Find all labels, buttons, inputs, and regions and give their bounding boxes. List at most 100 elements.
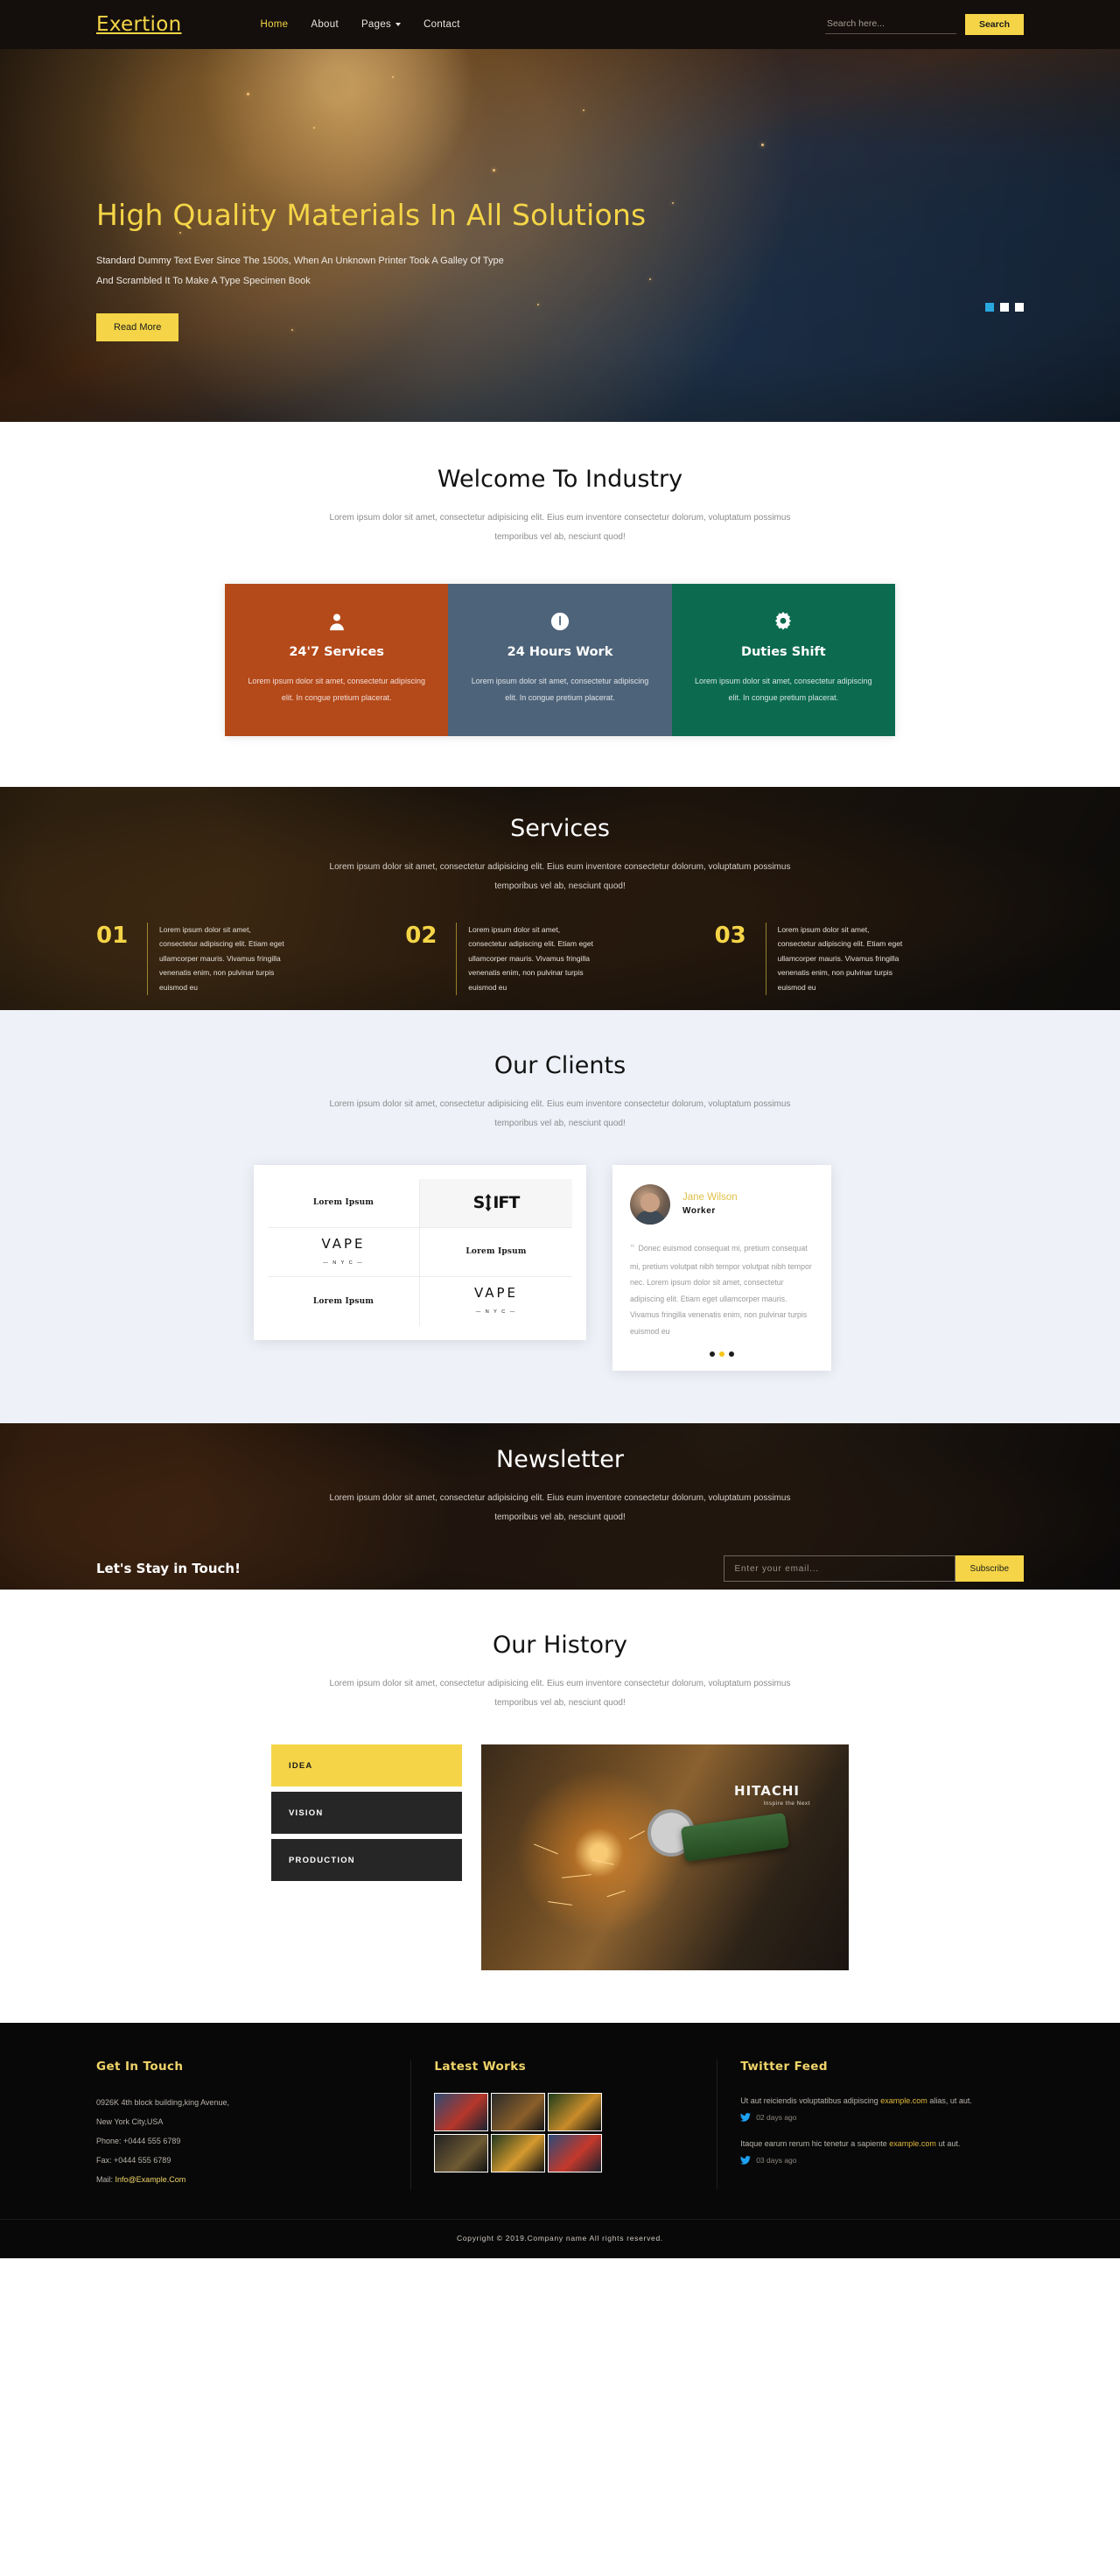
nav-item-home[interactable]: Home <box>261 19 289 30</box>
chevron-down-icon <box>396 22 402 26</box>
twitter-icon <box>740 2156 752 2165</box>
client-logo-cell[interactable]: Lorem Ipsum <box>420 1228 572 1277</box>
footer-mail-link[interactable]: Info@Example.Com <box>116 2175 186 2184</box>
testimonial-text-wrap: “Donec euismod consequat mi, pretium con… <box>630 1239 814 1339</box>
client-logo-cell[interactable]: VAPE — N Y C — <box>420 1277 572 1326</box>
tweet-item: Itaque earum rerum hic tenetur a sapient… <box>740 2136 1001 2165</box>
service-item: 01 Lorem ipsum dolor sit amet, consectet… <box>96 922 405 995</box>
testimonial-dot-2[interactable] <box>719 1351 724 1358</box>
tweet-text: Itaque earum rerum hic tenetur a sapient… <box>740 2136 1001 2151</box>
subscribe-button[interactable]: Subscribe <box>955 1555 1024 1583</box>
footer-twitter-column: Twitter Feed Ut aut reiciendis voluptati… <box>718 2060 1024 2189</box>
history-tabs: IDEA VISION PRODUCTION <box>271 1744 462 1886</box>
service-text: Lorem ipsum dolor sit amet, consectetur … <box>147 922 287 995</box>
clock-icon <box>467 610 652 633</box>
feature-box-duties[interactable]: Duties Shift Lorem ipsum dolor sit amet,… <box>671 584 895 736</box>
testimonial-dot-3[interactable] <box>729 1351 734 1358</box>
newsletter-label: Let's Stay in Touch! <box>96 1561 241 1577</box>
client-logo-card: Lorem Ipsum S IFT VAPE — N Y C — Lorem Ip… <box>254 1164 586 1340</box>
footer-mail-label: Mail: <box>96 2175 114 2185</box>
work-thumbnail[interactable] <box>491 2093 546 2132</box>
copyright-bar: Copyright © 2019.Company name All rights… <box>0 2219 1120 2258</box>
services-title: Services <box>510 814 610 842</box>
feature-box-services[interactable]: 24'7 Services Lorem ipsum dolor sit amet… <box>225 584 449 736</box>
welcome-title: Welcome To Industry <box>437 466 683 493</box>
hero-slider: High Quality Materials In All Solutions … <box>0 0 1120 422</box>
testimonial-text: Donec euismod consequat mi, pretium cons… <box>630 1243 812 1336</box>
work-thumbnail[interactable] <box>434 2093 489 2132</box>
footer-phone: Phone: +0444 555 6789 <box>96 2137 181 2146</box>
history-subtitle: Lorem ipsum dolor sit amet, consectetur … <box>329 1679 791 1709</box>
tweet-link[interactable]: example.com <box>889 2139 936 2148</box>
footer-address-1: 0926K 4th block building,king Avenue, <box>96 2098 229 2108</box>
services-subtitle: Lorem ipsum dolor sit amet, consectetur … <box>329 861 791 891</box>
welcome-subtitle: Lorem ipsum dolor sit amet, consectetur … <box>329 513 791 542</box>
footer-works-title: Latest Works <box>434 2060 527 2074</box>
read-more-button[interactable]: Read More <box>96 313 179 342</box>
testimonial-dots <box>630 1351 814 1358</box>
twitter-icon <box>740 2113 752 2122</box>
quote-icon: “ <box>630 1242 635 1253</box>
vape-logo-sub: — N Y C — <box>475 1309 517 1316</box>
site-header: Exertion Home About Pages Contact Search <box>0 0 1120 49</box>
site-logo[interactable]: Exertion <box>96 13 182 36</box>
service-number: 02 <box>405 922 438 949</box>
tab-vision[interactable]: VISION <box>271 1792 462 1835</box>
nav-label-contact: Contact <box>424 19 460 30</box>
vape-logo-label: VAPE <box>473 1285 519 1302</box>
testimonial-dot-1[interactable] <box>710 1351 715 1358</box>
hero-dot-2[interactable] <box>1000 303 1009 312</box>
vape-logo: VAPE — N Y C — <box>321 1236 365 1268</box>
history-section: Our History Lorem ipsum dolor sit amet, … <box>0 1590 1120 2024</box>
service-item: 02 Lorem ipsum dolor sit amet, consectet… <box>405 922 714 995</box>
tweet-time: 03 days ago <box>756 2156 797 2165</box>
hero-dot-3[interactable] <box>1015 303 1024 312</box>
hero-title: High Quality Materials In All Solutions <box>96 198 647 232</box>
feature-title-3: Duties Shift <box>740 645 826 659</box>
feature-text-1: Lorem ipsum dolor sit amet, consectetur … <box>248 677 425 702</box>
nav-item-pages[interactable]: Pages <box>361 19 402 30</box>
newsletter-title: Newsletter <box>496 1446 624 1474</box>
search-button[interactable]: Search <box>964 14 1024 35</box>
services-section: Services Lorem ipsum dolor sit amet, con… <box>0 786 1120 1010</box>
clients-title: Our Clients <box>494 1051 626 1079</box>
tweet-time: 02 days ago <box>756 2113 797 2123</box>
work-thumbnail[interactable] <box>434 2134 489 2173</box>
work-thumbnail[interactable] <box>548 2093 603 2132</box>
feature-boxes: 24'7 Services Lorem ipsum dolor sit amet… <box>225 584 895 736</box>
service-number: 01 <box>96 922 129 949</box>
feature-text-2: Lorem ipsum dolor sit amet, consectetur … <box>471 677 649 702</box>
client-logo-cell[interactable]: Lorem Ipsum <box>268 1178 420 1228</box>
work-thumbnail[interactable] <box>548 2134 603 2173</box>
hero-slider-dots <box>985 303 1024 312</box>
footer-mail-row: Mail: Info@Example.Com <box>96 2170 388 2189</box>
footer-address-2: New York City,USA <box>96 2117 164 2127</box>
feature-box-hours[interactable]: 24 Hours Work Lorem ipsum dolor sit amet… <box>448 584 672 736</box>
feature-text-3: Lorem ipsum dolor sit amet, consectetur … <box>695 677 872 702</box>
email-input[interactable] <box>723 1555 956 1583</box>
service-number: 03 <box>714 922 746 949</box>
client-logo-cell[interactable]: VAPE — N Y C — <box>268 1227 420 1277</box>
hero-dot-1[interactable] <box>985 303 994 312</box>
history-photo <box>481 1744 849 1971</box>
search-input[interactable] <box>824 15 956 34</box>
footer-contact-title: Get In Touch <box>96 2060 184 2074</box>
nav-label-home: Home <box>260 19 289 30</box>
tweet-text-after: ut aut. <box>935 2139 961 2149</box>
service-text: Lorem ipsum dolor sit amet, consectetur … <box>456 922 596 995</box>
nav-item-about[interactable]: About <box>311 19 339 30</box>
tweet-link[interactable]: example.com <box>880 2096 928 2105</box>
feature-title-2: 24 Hours Work <box>507 645 613 659</box>
main-nav: Home About Pages Contact <box>261 19 460 30</box>
tab-production[interactable]: PRODUCTION <box>271 1839 462 1882</box>
nav-item-contact[interactable]: Contact <box>424 19 460 30</box>
header-search: Search <box>824 14 1024 35</box>
client-logo-cell[interactable]: S IFT <box>420 1178 572 1228</box>
tab-idea[interactable]: IDEA <box>271 1744 462 1787</box>
history-brand-label: HITACHI <box>734 1783 800 1800</box>
testimonial-name: Jane Wilson <box>682 1192 738 1204</box>
work-thumbnail[interactable] <box>491 2134 546 2173</box>
client-logo-cell[interactable]: Lorem Ipsum <box>268 1276 420 1326</box>
gear-icon <box>691 610 876 633</box>
history-brand-sub: Inspire the Next <box>763 1800 810 1807</box>
